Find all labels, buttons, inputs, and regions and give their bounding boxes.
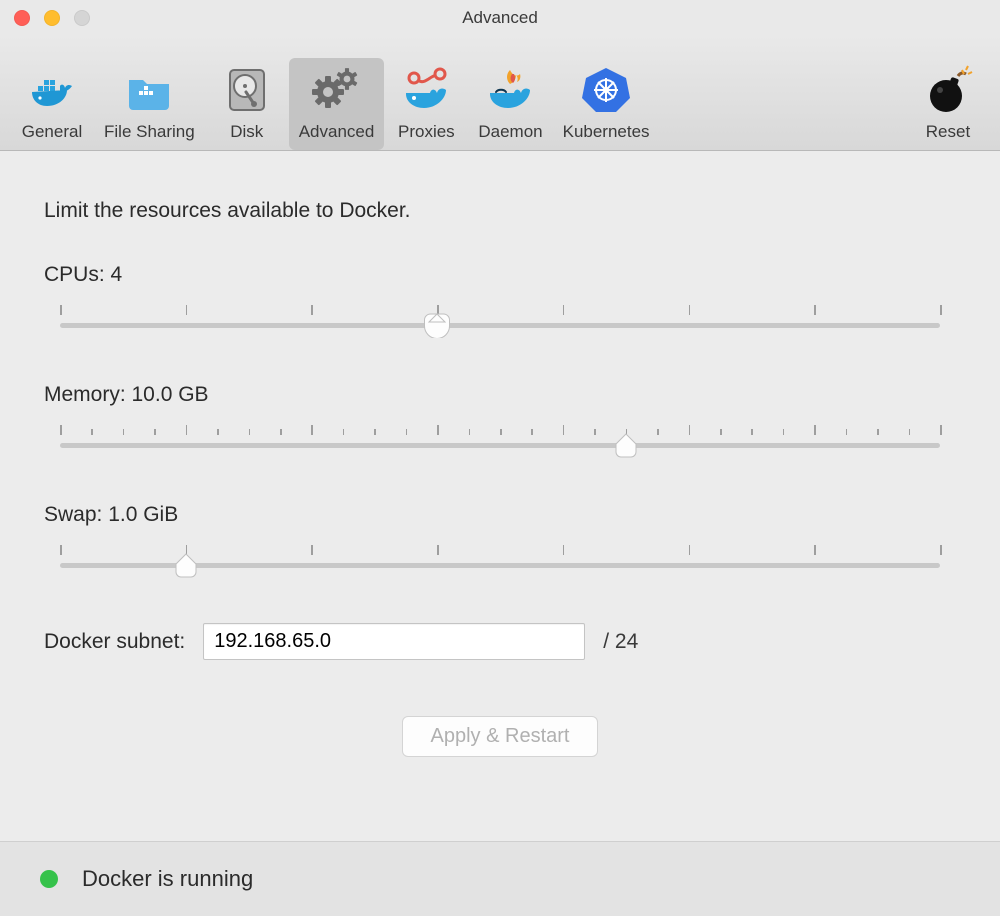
- minimize-window-button[interactable]: [44, 10, 60, 26]
- tab-proxies[interactable]: Proxies: [384, 58, 468, 150]
- swap-slider[interactable]: [60, 543, 940, 577]
- tab-label: Kubernetes: [563, 122, 650, 142]
- tab-label: Proxies: [398, 122, 455, 142]
- tab-file-sharing[interactable]: File Sharing: [94, 58, 205, 150]
- kubernetes-icon: [580, 64, 632, 116]
- tab-disk[interactable]: Disk: [205, 58, 289, 150]
- proxy-whale-icon: [400, 64, 452, 116]
- cpus-field: CPUs: 4: [44, 263, 956, 337]
- tab-label: File Sharing: [104, 122, 195, 142]
- intro-text: Limit the resources available to Docker.: [44, 199, 956, 223]
- tab-label: Advanced: [299, 122, 375, 142]
- window-controls: [14, 10, 90, 26]
- advanced-pane: Limit the resources available to Docker.…: [0, 151, 1000, 849]
- titlebar: Advanced: [0, 0, 1000, 36]
- tab-kubernetes[interactable]: Kubernetes: [553, 58, 660, 150]
- tab-advanced[interactable]: Advanced: [289, 58, 385, 150]
- tab-label: Disk: [230, 122, 263, 142]
- memory-field: Memory: 10.0 GB: [44, 383, 956, 457]
- docker-subnet-label: Docker subnet:: [44, 630, 185, 654]
- docker-subnet-row: Docker subnet: / 24: [44, 623, 956, 660]
- memory-label: Memory: 10.0 GB: [44, 383, 956, 407]
- status-text: Docker is running: [82, 866, 253, 892]
- memory-slider[interactable]: [60, 423, 940, 457]
- reset-label: Reset: [926, 122, 970, 142]
- tab-label: General: [22, 122, 82, 142]
- cpus-label: CPUs: 4: [44, 263, 956, 287]
- tab-daemon[interactable]: Daemon: [468, 58, 552, 150]
- folder-whale-icon: [123, 64, 175, 116]
- window-title: Advanced: [462, 8, 538, 28]
- preferences-toolbar: General File Sharing: [0, 36, 1000, 151]
- close-window-button[interactable]: [14, 10, 30, 26]
- disk-icon: [221, 64, 273, 116]
- status-indicator-icon: [40, 870, 58, 888]
- docker-subnet-suffix: / 24: [603, 630, 638, 654]
- cpus-slider[interactable]: [60, 303, 940, 337]
- apply-restart-button[interactable]: Apply & Restart: [402, 716, 599, 757]
- swap-label: Swap: 1.0 GiB: [44, 503, 956, 527]
- swap-field: Swap: 1.0 GiB: [44, 503, 956, 577]
- status-bar: Docker is running: [0, 841, 1000, 916]
- docker-subnet-input[interactable]: [203, 623, 585, 660]
- tab-label: Daemon: [478, 122, 542, 142]
- zoom-window-button[interactable]: [74, 10, 90, 26]
- reset-button[interactable]: Reset: [906, 58, 990, 150]
- tab-general[interactable]: General: [10, 58, 94, 150]
- daemon-whale-icon: [484, 64, 536, 116]
- gears-icon: [311, 64, 363, 116]
- bomb-icon: [922, 64, 974, 116]
- docker-whale-icon: [26, 64, 78, 116]
